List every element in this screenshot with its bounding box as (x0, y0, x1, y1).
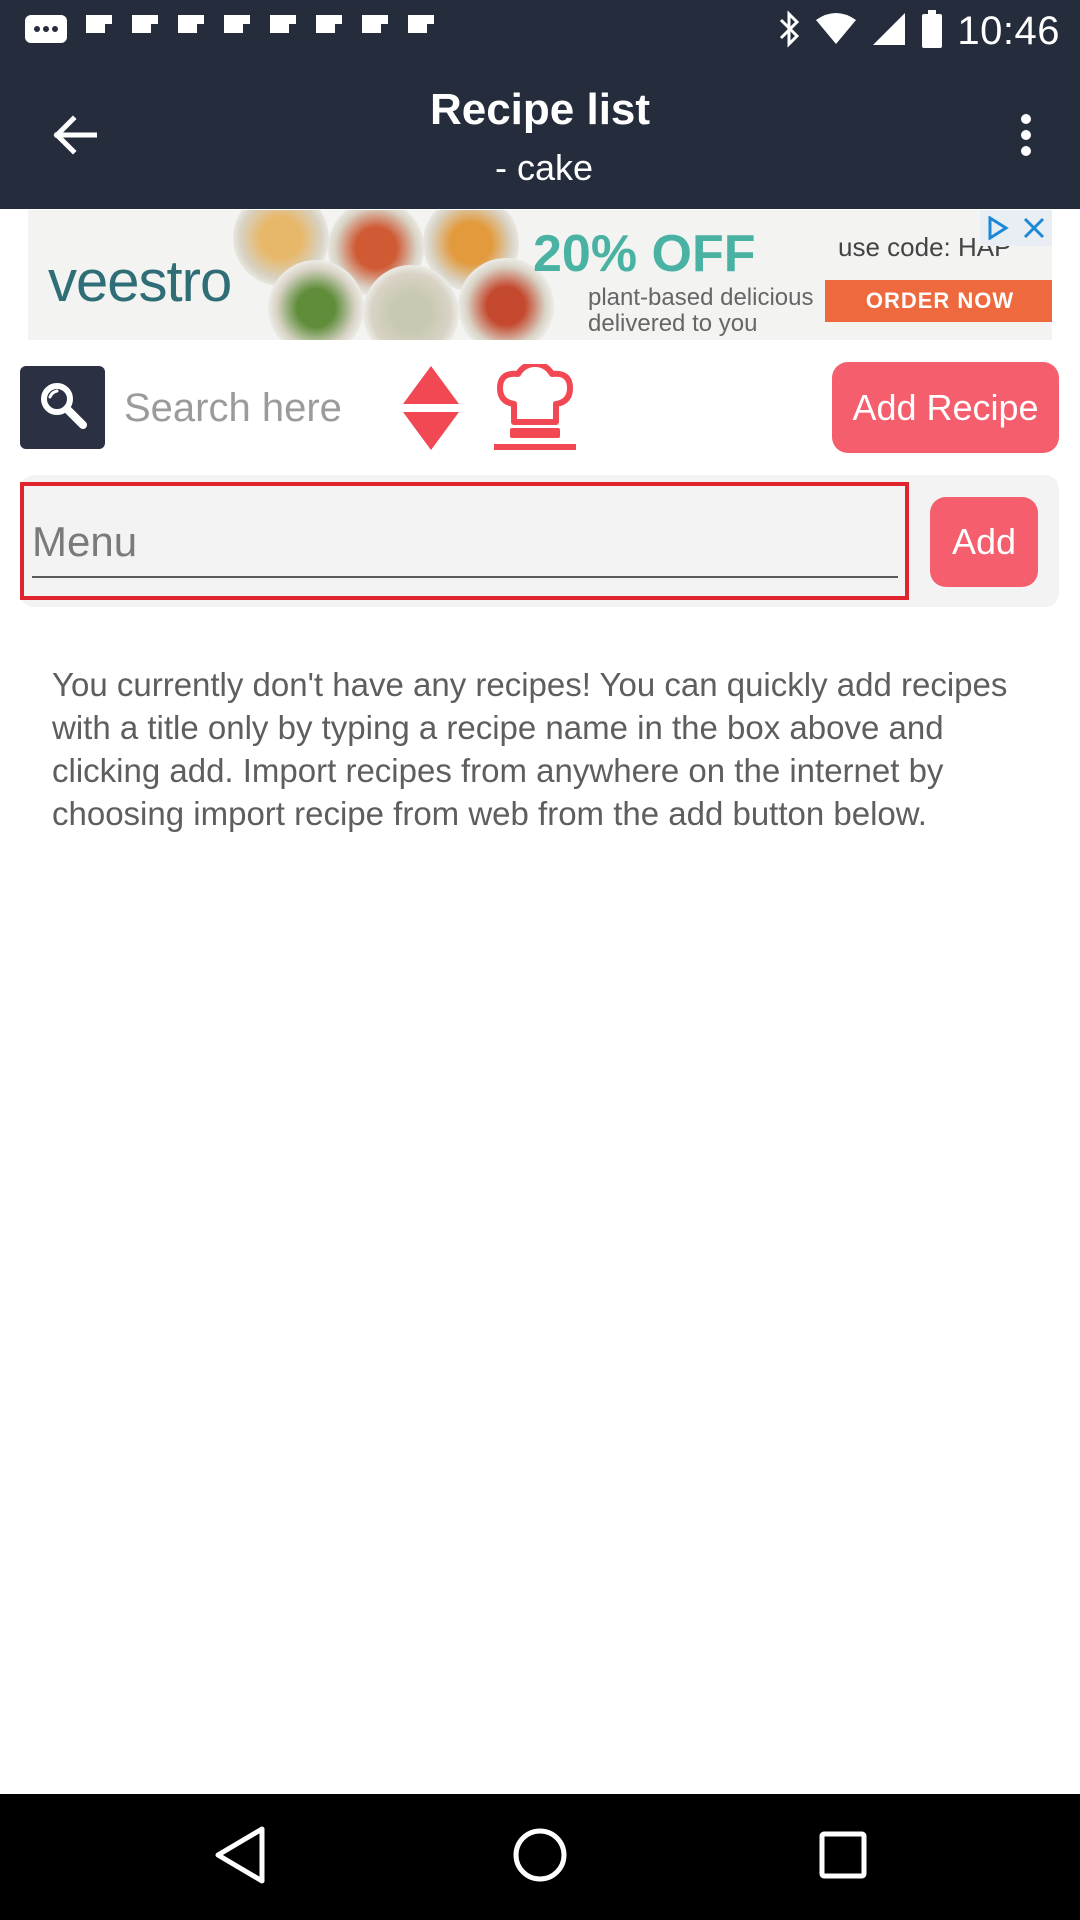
system-icons: 10:46 (777, 8, 1060, 53)
recents-square-icon (818, 1830, 868, 1885)
flipboard-icon (222, 13, 252, 50)
signal-icon (871, 11, 907, 52)
ad-tagline-2: delivered to you (588, 310, 758, 337)
wifi-icon (815, 12, 857, 51)
ad-close-icon[interactable] (1016, 210, 1052, 246)
flipboard-icon (406, 13, 436, 50)
status-time: 10:46 (957, 8, 1060, 53)
flipboard-icon (176, 13, 206, 50)
more-vert-icon (1019, 113, 1033, 162)
ad-order-button[interactable]: ORDER NOW (825, 280, 1052, 322)
chef-hat-icon (490, 361, 580, 456)
app-bar: Recipe list - cake (0, 63, 1080, 209)
flipboard-icon (314, 13, 344, 50)
ad-choices-icon[interactable] (980, 210, 1016, 246)
bluetooth-icon (777, 9, 801, 53)
add-button[interactable]: Add (930, 497, 1038, 587)
nav-recents-button[interactable] (808, 1822, 878, 1892)
menu-input-underline (32, 576, 898, 578)
flipboard-icon (360, 13, 390, 50)
chef-button[interactable] (490, 361, 580, 452)
search-input[interactable] (124, 370, 384, 446)
flipboard-icon (130, 13, 160, 50)
page-title: Recipe list (429, 85, 651, 134)
page-subtitle: - cake (494, 147, 594, 188)
message-icon (24, 14, 68, 49)
flipboard-icon (84, 13, 114, 50)
ad-banner[interactable]: veestro 20% OFF use code: HAP plant-base… (28, 210, 1052, 340)
add-recipe-button[interactable]: Add Recipe (832, 362, 1059, 453)
back-triangle-icon (212, 1825, 268, 1890)
system-nav-bar (0, 1794, 1080, 1920)
battery-icon (921, 9, 943, 53)
status-bar: 10:46 (0, 0, 1080, 63)
home-circle-icon (512, 1827, 568, 1888)
search-button[interactable] (20, 366, 105, 449)
ad-offer: 20% OFF (533, 225, 756, 283)
notification-icons (24, 14, 436, 48)
ad-tagline: plant-based delicious (588, 284, 814, 311)
flipboard-icon (268, 13, 298, 50)
sort-button[interactable] (400, 364, 462, 452)
search-icon (38, 380, 88, 435)
nav-home-button[interactable] (505, 1822, 575, 1892)
nav-back-button[interactable] (205, 1822, 275, 1892)
empty-state-message: You currently don't have any recipes! Yo… (52, 666, 1008, 832)
more-options-button[interactable] (992, 103, 1060, 171)
sort-updown-icon (400, 366, 462, 456)
menu-input[interactable] (32, 510, 898, 574)
ad-brand: veestro (48, 249, 232, 314)
